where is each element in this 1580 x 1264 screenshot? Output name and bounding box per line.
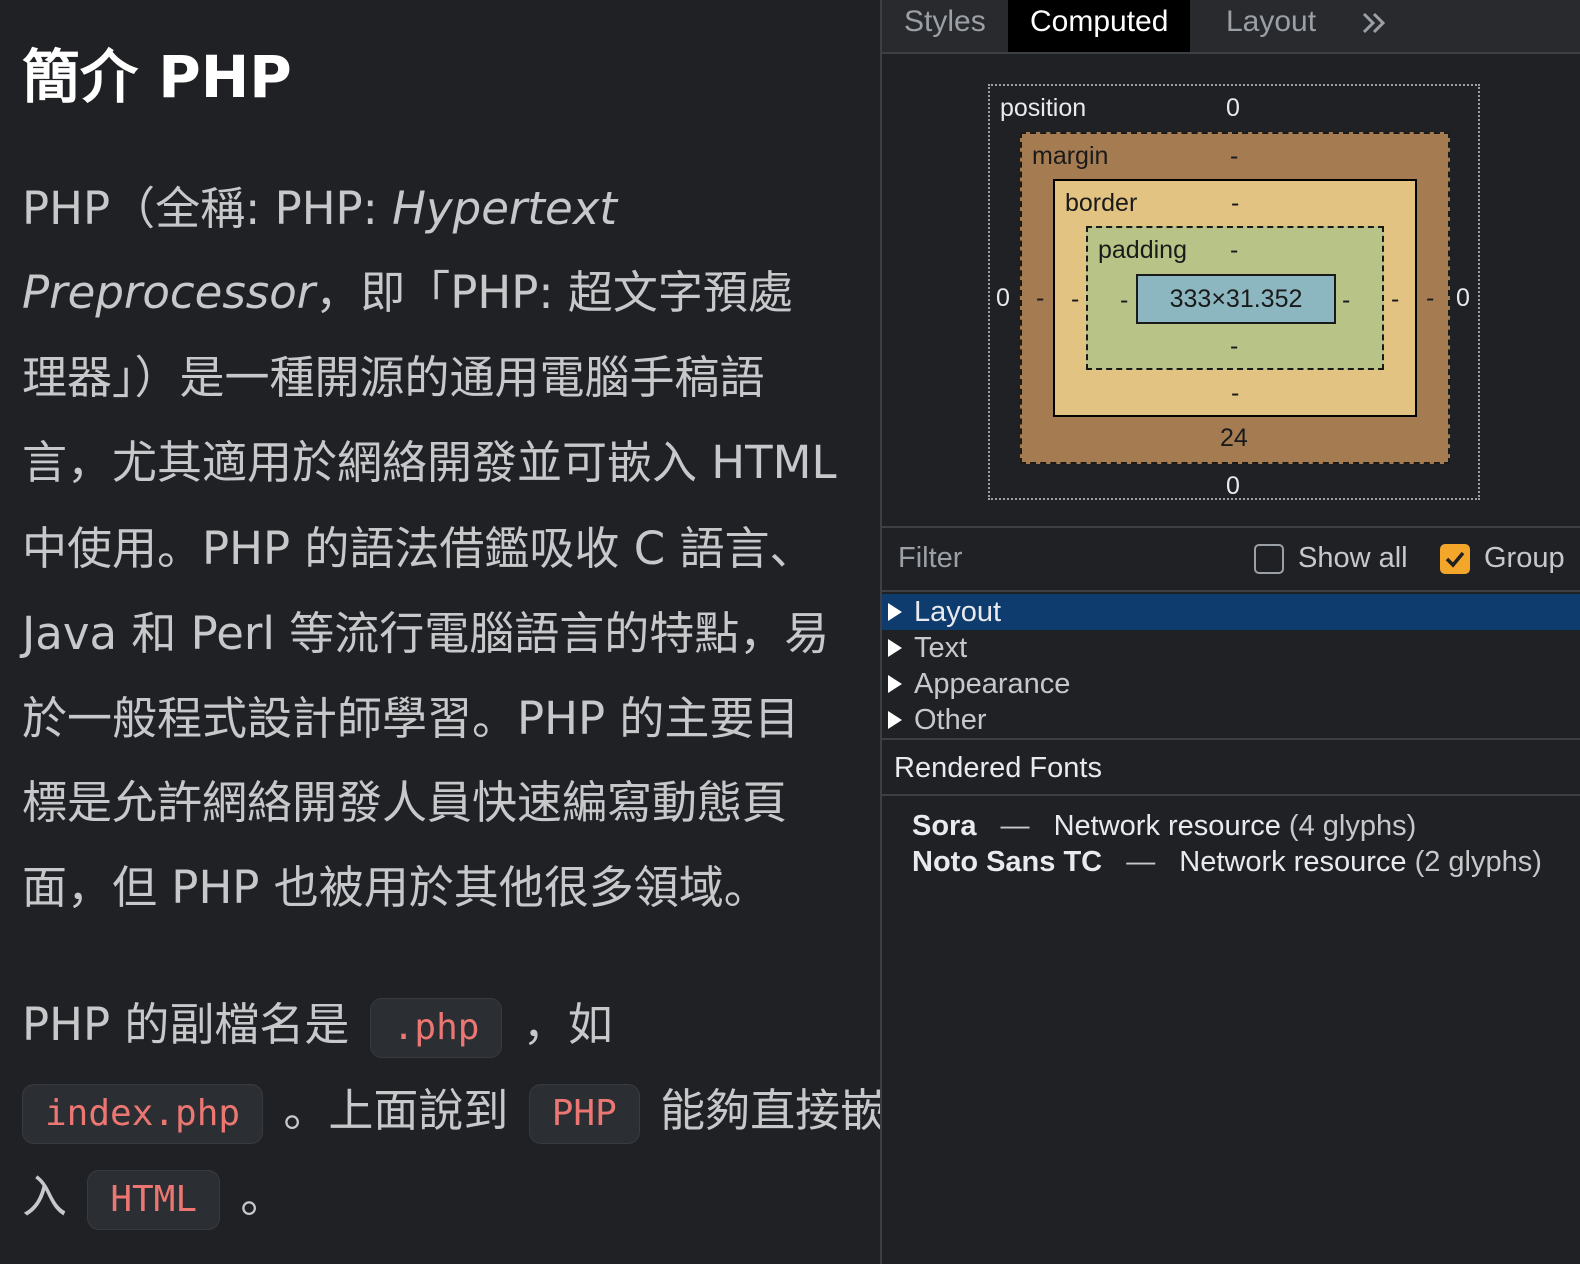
tab-computed[interactable]: Computed [1008,0,1191,52]
tree-item-label: Text [914,632,968,664]
paragraph-line: 入 HTML 。 [22,1166,286,1230]
text-segment: 。 [240,1170,286,1223]
paragraph-line: Preprocessor，即「PHP: 超文字預處 [22,262,793,324]
font-dash: — [1000,810,1030,842]
position-left-value[interactable]: 0 [996,284,1010,313]
margin-right-value[interactable]: - [1426,284,1434,313]
tree-item-label: Layout [914,596,1002,628]
expand-triangle-icon[interactable] [888,603,902,621]
margin-bottom-value[interactable]: 24 [1220,424,1248,453]
border-left-value[interactable]: - [1071,285,1079,314]
text-segment: Java 和 Perl 等流行電腦語言的特點，易 [22,607,830,660]
text-segment: 於一般程式設計師學習。PHP 的主要目 [22,692,800,745]
paragraph-line: Java 和 Perl 等流行電腦語言的特點，易 [22,603,829,665]
border-right-value[interactable]: - [1391,285,1399,314]
devtools-tabbar: Styles Computed Layout [882,0,1580,54]
position-top-value[interactable]: 0 [1226,94,1240,123]
tree-item-text[interactable]: Text [882,630,1580,666]
font-name: Sora [912,810,977,842]
padding-left-value[interactable]: - [1120,286,1128,315]
padding-right-value[interactable]: - [1342,286,1350,315]
tab-layout[interactable]: Layout [1204,0,1338,52]
margin-box: margin - - - 24 border - - - - padding -… [1020,132,1450,464]
paragraph-line: 於一般程式設計師學習。PHP 的主要目 [22,688,799,750]
filter-input[interactable]: Filter [898,542,962,575]
border-bottom-value[interactable]: - [1231,379,1239,408]
font-entry: Sora — Network resource (4 glyphs) [912,810,1416,843]
paragraph-line: 面，但 PHP 也被用於其他很多領域。 [22,857,769,919]
italic-segment: Preprocessor [22,266,316,319]
devtools-panel: Styles Computed Layout position 0 0 0 0 … [880,0,1580,1264]
padding-bottom-value[interactable]: - [1230,332,1238,361]
paragraph-line: 言，尤其適用於網絡開發並可嵌入 HTML [22,432,837,494]
position-label: position [1000,94,1087,122]
paragraph-line: index.php 。上面說到 PHP 能夠直接嵌 [22,1080,886,1144]
position-bottom-value[interactable]: 0 [1226,472,1240,501]
padding-box: padding - - - - 333×31.352 [1086,226,1384,370]
code-snippet: PHP [528,1084,640,1144]
text-segment: 面，但 PHP 也被用於其他很多領域。 [22,861,769,914]
text-segment: 入 [22,1170,68,1223]
text-segment: PHP 的副檔名是 [22,998,350,1051]
text-segment: 。上面說到 [283,1084,509,1137]
checkmark-icon [1445,551,1465,568]
margin-label: margin [1032,142,1109,170]
code-snippet: index.php [22,1084,264,1144]
group-checkbox[interactable] [1440,544,1470,574]
font-glyph-count: (4 glyphs) [1288,810,1417,842]
text-segment: 理器」）是一種開源的通用電腦手稿語 [22,351,765,404]
content-box-size[interactable]: 333×31.352 [1136,274,1336,324]
font-glyph-count: (2 glyphs) [1414,846,1542,878]
expand-triangle-icon[interactable] [888,675,902,693]
margin-top-value[interactable]: - [1230,142,1238,171]
group-label[interactable]: Group [1484,542,1565,575]
article-pane: 簡介 PHP PHP（全稱: PHP: Hypertext Preprocess… [0,0,886,1264]
italic-segment: Hypertext [392,182,617,235]
page-title: 簡介 PHP [22,43,292,111]
tree-item-other[interactable]: Other [882,702,1580,738]
position-right-value[interactable]: 0 [1456,284,1470,313]
paragraph-line: PHP（全稱: PHP: Hypertext [22,178,617,240]
box-model-diagram: position 0 0 0 0 margin - - - 24 border … [988,84,1480,500]
text-segment: ，即「PHP: 超文字預處 [315,266,793,319]
tree-item-appearance[interactable]: Appearance [882,666,1580,702]
margin-left-value[interactable]: - [1036,284,1044,313]
tree-item-label: Other [914,704,987,736]
padding-label: padding [1098,236,1187,264]
text-segment: 言，尤其適用於網絡開發並可嵌入 HTML [22,436,837,489]
rendered-fonts-header[interactable]: Rendered Fonts [882,738,1580,796]
code-snippet: .php [369,998,503,1058]
chevron-double-right-icon[interactable] [1360,4,1390,44]
text-segment: 能夠直接嵌 [660,1084,886,1137]
text-segment: 中使用。PHP 的語法借鑑吸收 C 語言、 [22,522,815,575]
border-label: border [1065,189,1138,217]
text-segment: PHP（全稱: PHP: [22,182,393,235]
border-box: border - - - - padding - - - - 333×31.35… [1053,179,1417,417]
section-title: Rendered Fonts [894,752,1102,784]
show-all-checkbox[interactable] [1254,544,1284,574]
padding-top-value[interactable]: - [1230,236,1238,265]
tree-item-label: Appearance [914,668,1071,700]
font-source: Network resource [1053,810,1281,842]
expand-triangle-icon[interactable] [888,639,902,657]
border-top-value[interactable]: - [1231,189,1239,218]
font-entry: Noto Sans TC — Network resource (2 glyph… [912,846,1542,879]
code-snippet: HTML [87,1170,221,1230]
show-all-label[interactable]: Show all [1298,542,1408,575]
tree-item-layout[interactable]: Layout [882,594,1580,630]
paragraph-line: 中使用。PHP 的語法借鑑吸收 C 語言、 [22,518,814,580]
font-name: Noto Sans TC [912,846,1103,878]
text-segment: 標是允許網絡開發人員快速編寫動態頁 [22,776,788,829]
paragraph-line: 標是允許網絡開發人員快速編寫動態頁 [22,772,787,834]
paragraph-line: PHP 的副檔名是 .php ，如 [22,994,613,1058]
filter-row: Filter Show all Group [882,526,1580,592]
font-dash: — [1126,846,1156,878]
text-segment: ，如 [522,998,613,1051]
font-source: Network resource [1179,846,1407,878]
tab-styles[interactable]: Styles [882,0,1008,52]
paragraph-line: 理器」）是一種開源的通用電腦手稿語 [22,347,765,409]
expand-triangle-icon[interactable] [888,711,902,729]
